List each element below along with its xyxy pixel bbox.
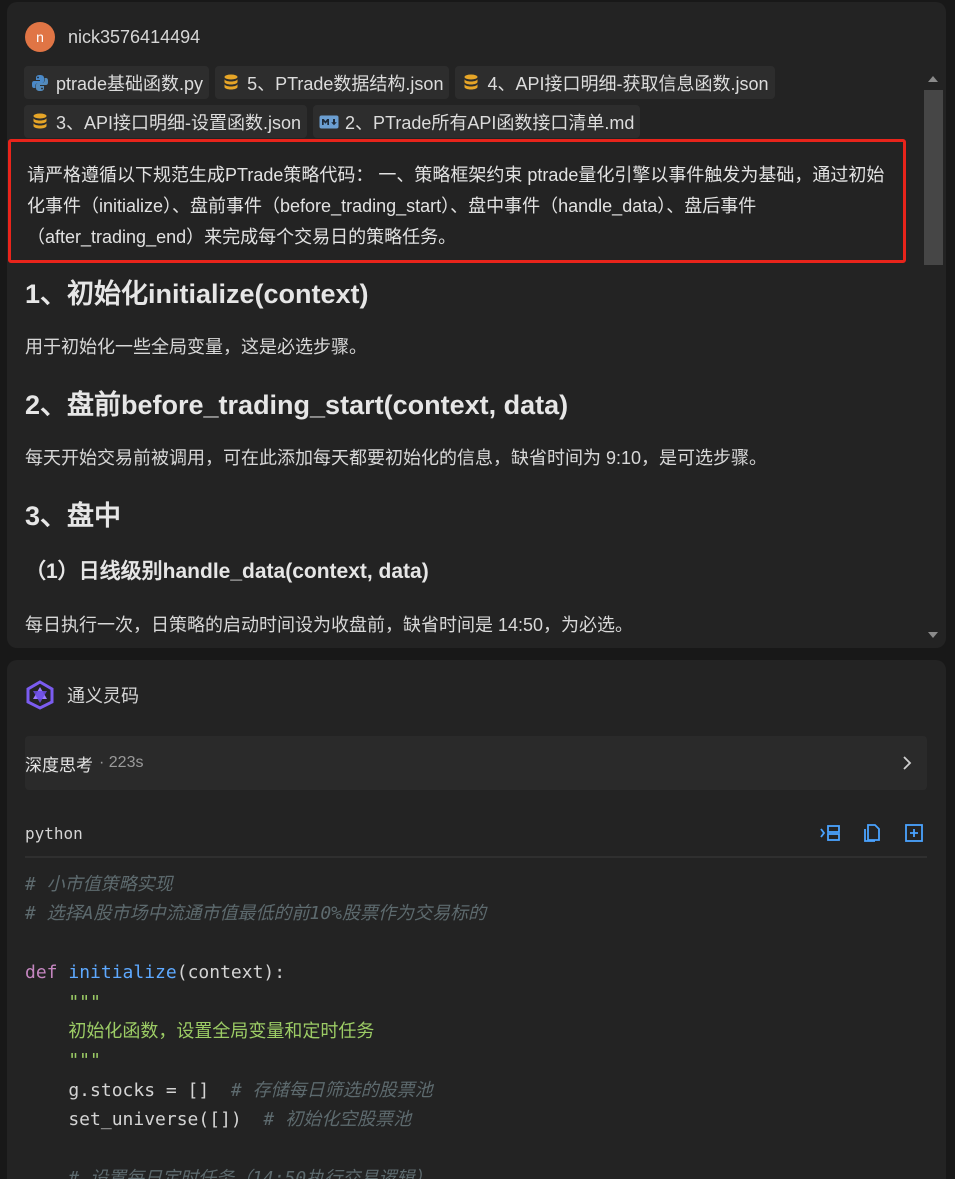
- heading-daily: （1）日线级别handle_data(context, data): [25, 560, 429, 583]
- code-line: g.stocks = [] # 存储每日筛选的股票池: [25, 1076, 927, 1105]
- code-block-header: python: [25, 810, 927, 858]
- code-language: python: [25, 823, 83, 843]
- attachment-chip[interactable]: 5、PTrade数据结构.json: [215, 66, 450, 99]
- thinking-time: · 223s: [99, 754, 144, 771]
- deep-thinking-toggle[interactable]: 深度思考 · 223s: [25, 736, 927, 790]
- para-initialize: 用于初始化一些全局变量，这是必选步骤。: [25, 337, 367, 357]
- code-text: (context):: [176, 962, 286, 984]
- attachment-chip[interactable]: 4、API接口明细-获取信息函数.json: [455, 66, 775, 99]
- heading-initialize: 1、初始化initialize(context): [25, 279, 369, 309]
- insert-code-icon[interactable]: [819, 822, 841, 844]
- code-line: 初始化函数，设置全局变量和定时任务: [25, 1021, 375, 1043]
- scrollbar-thumb[interactable]: [924, 90, 943, 265]
- attachment-name: ptrade基础函数.py: [56, 73, 204, 94]
- attachment-name: 3、API接口明细-设置函数.json: [56, 112, 302, 133]
- assistant-message-card: 通义灵码 深度思考 · 223s python # 小市值策略实现 # 选择A股市…: [7, 660, 946, 1179]
- markdown-icon: [319, 112, 339, 132]
- copy-icon[interactable]: [861, 822, 883, 844]
- scroll-down-icon[interactable]: [928, 632, 938, 638]
- avatar: n: [25, 22, 55, 52]
- vertical-scrollbar[interactable]: [922, 70, 946, 646]
- chevron-right-icon: [897, 753, 917, 773]
- para-daily: 每日执行一次，日策略的启动时间设为收盘前，缺省时间是 14:50，为必选。: [25, 615, 634, 635]
- code-function-name: initialize: [68, 962, 177, 984]
- code-line: # 选择A股市场中流通市值最低的前10%股票作为交易标的: [25, 903, 487, 925]
- attachment-name: 4、API接口明细-获取信息函数.json: [487, 73, 769, 94]
- attachment-chip[interactable]: ptrade基础函数.py: [24, 66, 210, 99]
- attachment-name: 2、PTrade所有API函数接口清单.md: [345, 112, 635, 133]
- user-header: n nick3576414494: [25, 22, 200, 52]
- assistant-name: 通义灵码: [67, 686, 139, 706]
- user-message-card: n nick3576414494 ptrade基础函数.py 5、PTrade数…: [7, 2, 946, 648]
- code-line: """: [25, 1050, 101, 1072]
- code-comment: # 存储每日筛选的股票池: [209, 1079, 433, 1101]
- username: nick3576414494: [68, 26, 201, 47]
- json-database-icon: [221, 73, 241, 93]
- heading-intraday: 3、盘中: [25, 501, 122, 531]
- attachment-name: 5、PTrade数据结构.json: [247, 73, 444, 94]
- code-keyword: def: [25, 962, 58, 984]
- code-comment: # 初始化空股票池: [241, 1109, 412, 1131]
- code-line: def initialize(context):: [25, 958, 927, 987]
- prompt-text-highlight: 请严格遵循以下规范生成PTrade策略代码： 一、策略框架约束 ptrade量化…: [8, 139, 906, 263]
- para-before-trading: 每天开始交易前被调用，可在此添加每天都要初始化的信息，缺省时间为 9:10，是可…: [25, 448, 768, 468]
- code-line: # 设置每日定时任务（14:50执行交易逻辑）: [25, 1168, 433, 1179]
- code-text: set_universe([]): [25, 1109, 242, 1131]
- thinking-label: 深度思考: [25, 755, 93, 775]
- assistant-header: 通义灵码: [25, 678, 139, 712]
- code-line: """: [25, 991, 101, 1013]
- scroll-up-icon[interactable]: [928, 76, 938, 82]
- json-database-icon: [30, 112, 50, 132]
- json-database-icon: [461, 73, 481, 93]
- new-file-icon[interactable]: [903, 822, 925, 844]
- code-line: set_universe([]) # 初始化空股票池: [25, 1105, 927, 1134]
- tongyi-logo-icon: [25, 680, 55, 710]
- prompt-text: 请严格遵循以下规范生成PTrade策略代码： 一、策略框架约束 ptrade量化…: [27, 165, 885, 247]
- code-text: g.stocks = []: [25, 1079, 210, 1101]
- code-content[interactable]: # 小市值策略实现 # 选择A股市场中流通市值最低的前10%股票作为交易标的 de…: [25, 870, 927, 1179]
- code-toolbar: [819, 822, 925, 844]
- python-icon: [30, 73, 50, 93]
- code-line: # 小市值策略实现: [25, 874, 173, 895]
- heading-before-trading: 2、盘前before_trading_start(context, data): [25, 390, 569, 420]
- message-content-scroll[interactable]: 请严格遵循以下规范生成PTrade策略代码： 一、策略框架约束 ptrade量化…: [7, 132, 922, 642]
